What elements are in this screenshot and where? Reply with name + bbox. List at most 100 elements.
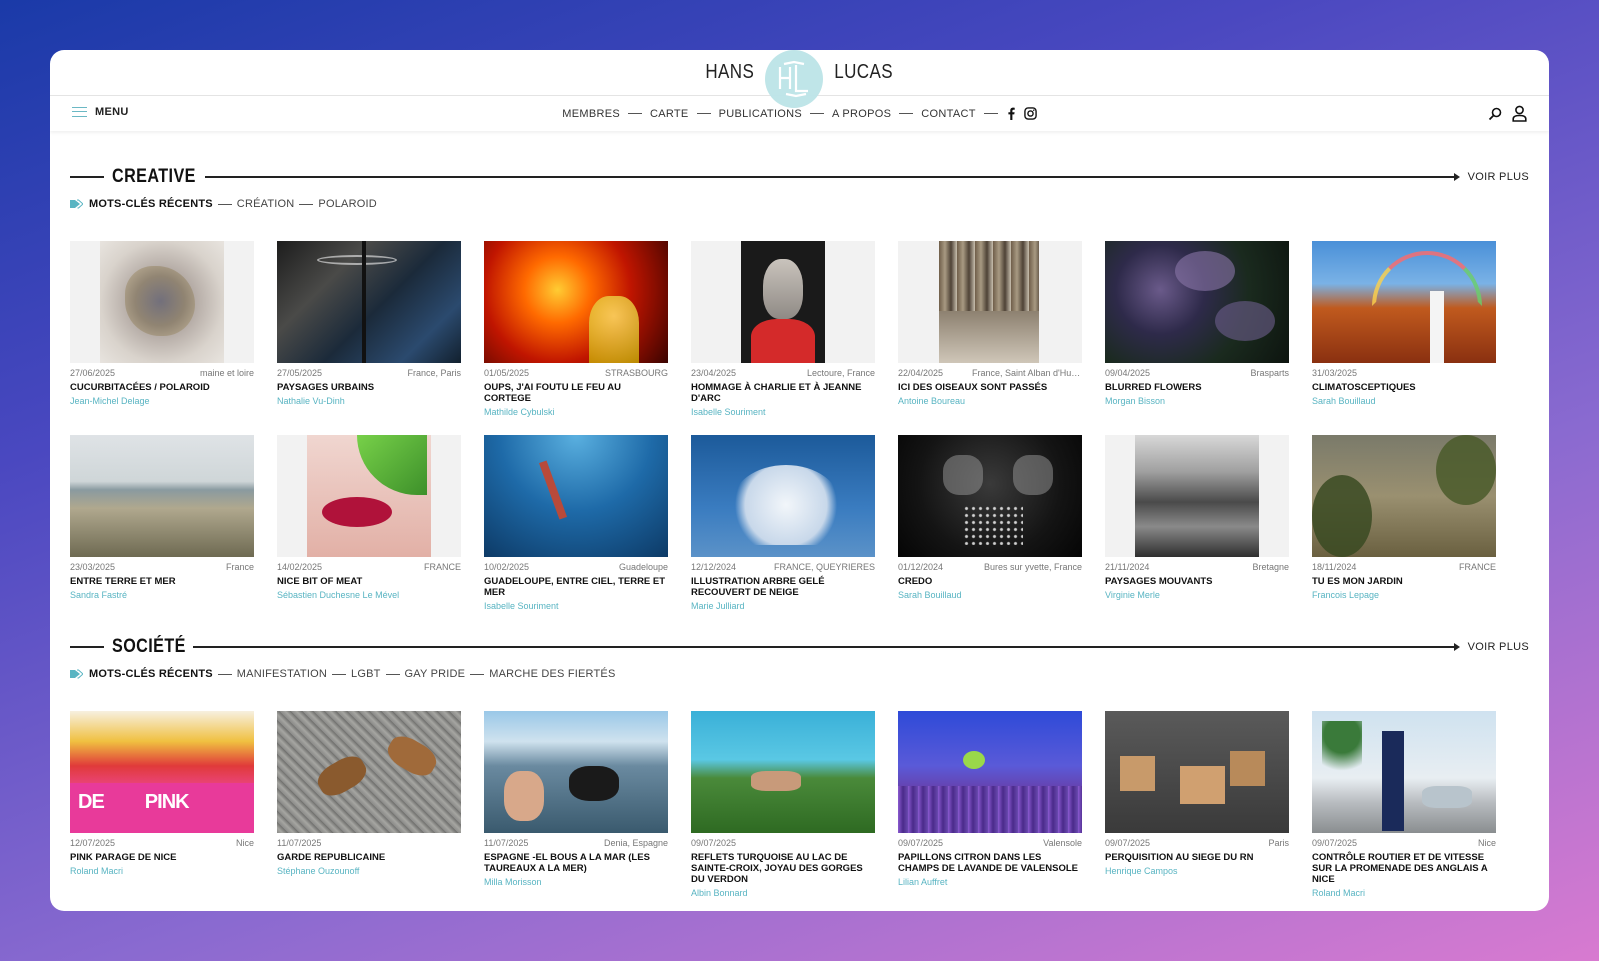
publication-card[interactable]: 01/12/2024 Bures sur yvette, France CREDO…: [898, 435, 1082, 607]
card-author[interactable]: Mathilde Cybulski: [484, 407, 668, 417]
card-title[interactable]: OUPS, J'AI FOUTU LE FEU AU CORTEGE: [484, 382, 668, 404]
publication-card[interactable]: 09/07/2025 REFLETS TURQUOISE AU LAC DE S…: [691, 711, 875, 898]
card-title[interactable]: PINK PARAGE DE NICE: [70, 852, 254, 863]
publication-card[interactable]: 22/04/2025 France, Saint Alban d'Hurtiè..…: [898, 241, 1082, 413]
user-account-icon[interactable]: [1512, 105, 1527, 122]
card-author[interactable]: Henrique Campos: [1105, 866, 1289, 876]
section-title[interactable]: SOCIÉTÉ: [112, 636, 186, 658]
card-title[interactable]: PERQUISITION AU SIEGE DU RN: [1105, 852, 1289, 863]
tag-link[interactable]: POLAROID: [318, 198, 376, 210]
tag-link[interactable]: MANIFESTATION: [237, 668, 327, 680]
search-icon[interactable]: [1488, 107, 1502, 121]
card-thumbnail[interactable]: [898, 711, 1082, 833]
nav-link-contact[interactable]: CONTACT: [921, 108, 975, 120]
menu-button[interactable]: MENU: [72, 106, 129, 118]
publication-card[interactable]: 10/02/2025 Guadeloupe GUADELOUPE, ENTRE C…: [484, 435, 668, 611]
card-thumbnail[interactable]: [484, 435, 668, 557]
publication-card[interactable]: 23/04/2025 Lectoure, France HOMMAGE À CHA…: [691, 241, 875, 417]
card-title[interactable]: ILLUSTRATION ARBRE GELÉ RECOUVERT DE NEI…: [691, 576, 875, 598]
card-thumbnail[interactable]: [484, 711, 668, 833]
publication-card[interactable]: 09/07/2025 Nice CONTRÔLE ROUTIER ET DE VI…: [1312, 711, 1496, 898]
section-title[interactable]: CREATIVE: [112, 166, 196, 188]
publication-card[interactable]: 27/05/2025 France, Paris PAYSAGES URBAINS…: [277, 241, 461, 413]
voir-plus-link[interactable]: VOIR PLUS: [1468, 171, 1529, 183]
card-title[interactable]: REFLETS TURQUOISE AU LAC DE SAINTE-CROIX…: [691, 852, 875, 885]
card-author[interactable]: Sarah Bouillaud: [1312, 396, 1496, 406]
card-title[interactable]: ESPAGNE -EL BOUS A LA MAR (LES TAUREAUX …: [484, 852, 668, 874]
card-author[interactable]: Morgan Bisson: [1105, 396, 1289, 406]
publication-card[interactable]: 18/11/2024 FRANCE TU ES MON JARDIN Franco…: [1312, 435, 1496, 607]
publication-card[interactable]: 09/07/2025 Paris PERQUISITION AU SIEGE DU…: [1105, 711, 1289, 883]
publication-card[interactable]: 09/04/2025 Brasparts BLURRED FLOWERS Morg…: [1105, 241, 1289, 413]
tag-link[interactable]: MARCHE DES FIERTÉS: [489, 668, 615, 680]
card-title[interactable]: PAYSAGES MOUVANTS: [1105, 576, 1289, 587]
facebook-icon[interactable]: [1006, 107, 1016, 120]
publication-card[interactable]: 31/03/2025 CLIMATOSCEPTIQUES Sarah Bouil…: [1312, 241, 1496, 413]
card-author[interactable]: Sandra Fastré: [70, 590, 254, 600]
card-author[interactable]: Stéphane Ouzounoff: [277, 866, 461, 876]
card-thumbnail[interactable]: [691, 241, 875, 363]
card-thumbnail[interactable]: [1105, 711, 1289, 833]
card-title[interactable]: PAPILLONS CITRON DANS LES CHAMPS DE LAVA…: [898, 852, 1082, 874]
card-title[interactable]: PAYSAGES URBAINS: [277, 382, 461, 393]
publication-card[interactable]: 21/11/2024 Bretagne PAYSAGES MOUVANTS Vir…: [1105, 435, 1289, 607]
publication-card[interactable]: 12/12/2024 FRANCE, QUEYRIERES ILLUSTRATIO…: [691, 435, 875, 611]
card-title[interactable]: BLURRED FLOWERS: [1105, 382, 1289, 393]
card-thumbnail[interactable]: [277, 711, 461, 833]
card-title[interactable]: ICI DES OISEAUX SONT PASSÉS: [898, 382, 1082, 393]
card-thumbnail[interactable]: [70, 241, 254, 363]
nav-link-membres[interactable]: MEMBRES: [562, 108, 620, 120]
publication-card[interactable]: 27/06/2025 maine et loire CUCURBITACÉES /…: [70, 241, 254, 413]
card-title[interactable]: HOMMAGE À CHARLIE ET À JEANNE D'ARC: [691, 382, 875, 404]
card-author[interactable]: Jean-Michel Delage: [70, 396, 254, 406]
card-thumbnail[interactable]: [691, 435, 875, 557]
card-title[interactable]: ENTRE TERRE ET MER: [70, 576, 254, 587]
publication-card[interactable]: 01/05/2025 STRASBOURG OUPS, J'AI FOUTU LE…: [484, 241, 668, 417]
card-author[interactable]: Isabelle Souriment: [484, 601, 668, 611]
card-title[interactable]: CUCURBITACÉES / POLAROID: [70, 382, 254, 393]
card-author[interactable]: Virginie Merle: [1105, 590, 1289, 600]
instagram-icon[interactable]: [1023, 107, 1037, 120]
card-author[interactable]: Sébastien Duchesne Le Mével: [277, 590, 461, 600]
card-author[interactable]: Sarah Bouillaud: [898, 590, 1082, 600]
card-title[interactable]: TU ES MON JARDIN: [1312, 576, 1496, 587]
card-thumbnail[interactable]: [1312, 435, 1496, 557]
publication-card[interactable]: 09/07/2025 Valensole PAPILLONS CITRON DAN…: [898, 711, 1082, 887]
card-title[interactable]: CREDO: [898, 576, 1082, 587]
voir-plus-link[interactable]: VOIR PLUS: [1468, 641, 1529, 653]
tag-link[interactable]: LGBT: [351, 668, 381, 680]
card-thumbnail[interactable]: [1105, 435, 1289, 557]
card-title[interactable]: CLIMATOSCEPTIQUES: [1312, 382, 1496, 393]
card-thumbnail[interactable]: [277, 241, 461, 363]
card-thumbnail[interactable]: [277, 435, 461, 557]
card-author[interactable]: Francois Lepage: [1312, 590, 1496, 600]
card-author[interactable]: Roland Macri: [1312, 888, 1496, 898]
card-author[interactable]: Nathalie Vu-Dinh: [277, 396, 461, 406]
publication-card[interactable]: DE PINK 12/07/2025 Nice PINK PARAGE DE NI…: [70, 711, 254, 883]
publication-card[interactable]: 14/02/2025 FRANCE NICE BIT OF MEAT Sébast…: [277, 435, 461, 607]
publication-card[interactable]: 23/03/2025 France ENTRE TERRE ET MER Sand…: [70, 435, 254, 607]
card-title[interactable]: GARDE REPUBLICAINE: [277, 852, 461, 863]
nav-link-a-propos[interactable]: A PROPOS: [832, 108, 891, 120]
card-thumbnail[interactable]: [1312, 241, 1496, 363]
nav-link-carte[interactable]: CARTE: [650, 108, 689, 120]
card-thumbnail[interactable]: [484, 241, 668, 363]
card-thumbnail[interactable]: [1312, 711, 1496, 833]
card-title[interactable]: GUADELOUPE, ENTRE CIEL, TERRE ET MER: [484, 576, 668, 598]
card-author[interactable]: Isabelle Souriment: [691, 407, 875, 417]
card-author[interactable]: Milla Morisson: [484, 877, 668, 887]
publication-card[interactable]: 11/07/2025 Denia, Espagne ESPAGNE -EL BOU…: [484, 711, 668, 887]
card-author[interactable]: Albin Bonnard: [691, 888, 875, 898]
tag-link[interactable]: GAY PRIDE: [405, 668, 466, 680]
card-title[interactable]: NICE BIT OF MEAT: [277, 576, 461, 587]
card-author[interactable]: Marie Julliard: [691, 601, 875, 611]
card-title[interactable]: CONTRÔLE ROUTIER ET DE VITESSE SUR LA PR…: [1312, 852, 1496, 885]
card-thumbnail[interactable]: [70, 435, 254, 557]
card-author[interactable]: Lilian Auffret: [898, 877, 1082, 887]
card-author[interactable]: Roland Macri: [70, 866, 254, 876]
card-thumbnail[interactable]: [1105, 241, 1289, 363]
nav-link-publications[interactable]: PUBLICATIONS: [719, 108, 802, 120]
tag-link[interactable]: CRÉATION: [237, 198, 295, 210]
card-thumbnail[interactable]: DE PINK: [70, 711, 254, 833]
card-thumbnail[interactable]: [898, 241, 1082, 363]
